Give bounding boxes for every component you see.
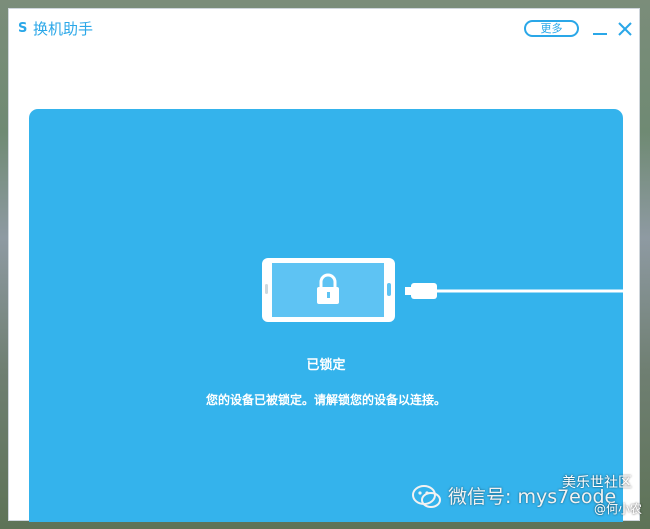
status-message: 您的设备已被锁定。请解锁您的设备以连接。 xyxy=(205,393,446,407)
status-title: 已锁定 xyxy=(306,358,346,373)
usb-cable-icon xyxy=(405,283,623,299)
watermark: 微信号: mys7eode 美乐世社区 @何小农 xyxy=(412,475,644,526)
main-panel: 已锁定 您的设备已被锁定。请解锁您的设备以连接。 xyxy=(29,109,623,522)
minimize-icon[interactable] xyxy=(592,21,608,37)
app-window: S 换机助手 更多 已锁定 您的设备已被锁定。请解锁您的设备以连接。 xyxy=(8,8,640,522)
watermark-author: @何小农 xyxy=(594,502,643,516)
wechat-icon xyxy=(412,485,441,508)
device-connection-graphic xyxy=(261,257,623,325)
more-button[interactable]: 更多 xyxy=(524,20,579,37)
title-bar[interactable]: S 换机助手 更多 xyxy=(9,9,639,49)
phone-locked-icon xyxy=(262,258,395,322)
app-title: 换机助手 xyxy=(33,20,94,38)
watermark-community: 美乐世社区 xyxy=(562,475,632,491)
app-logo-icon: S xyxy=(18,21,28,36)
close-icon[interactable] xyxy=(617,21,633,37)
